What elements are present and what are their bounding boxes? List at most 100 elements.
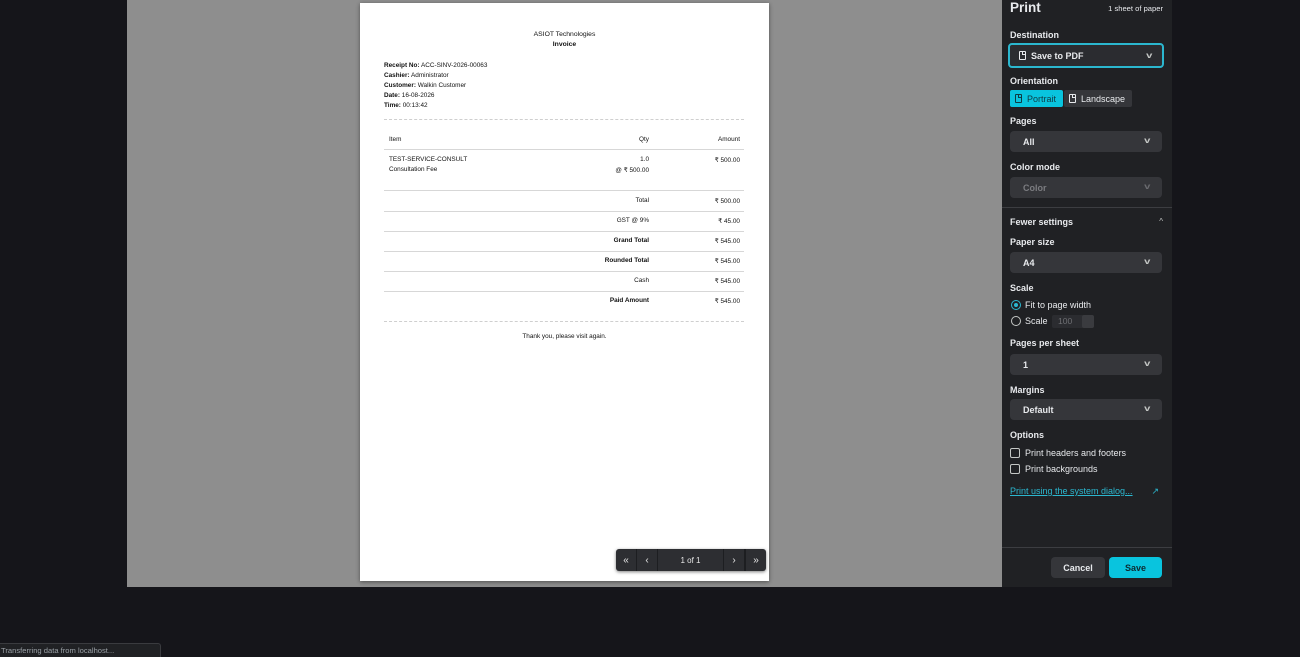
- divider: [384, 271, 744, 272]
- cash-label: Cash: [634, 277, 649, 284]
- last-page-button[interactable]: »: [745, 549, 766, 571]
- date-value: 16-08-2026: [401, 92, 435, 99]
- system-dialog-link[interactable]: Print using the system dialog...: [1010, 486, 1133, 496]
- chevron-right-icon: ›: [732, 554, 736, 566]
- time-row: Time: 00:13:42: [384, 102, 428, 109]
- pages-per-sheet-select[interactable]: 1 v: [1010, 354, 1162, 375]
- divider: [384, 119, 744, 120]
- divider: [384, 211, 744, 212]
- item-qty: 1.0: [640, 156, 649, 163]
- destination-select[interactable]: Save to PDF v: [1008, 43, 1164, 68]
- status-bar: Transferring data from localhost...: [0, 643, 161, 657]
- customer-value: Walkin Customer: [417, 82, 467, 89]
- next-page-button[interactable]: ›: [724, 549, 745, 571]
- backgrounds-checkbox[interactable]: [1010, 464, 1020, 474]
- total-label: Total: [635, 197, 650, 204]
- save-button[interactable]: Save: [1109, 557, 1162, 578]
- pages-select[interactable]: All v: [1010, 131, 1162, 152]
- divider: [384, 321, 744, 322]
- destination-value: Save to PDF: [1031, 50, 1084, 61]
- headers-footers-label: Print headers and footers: [1025, 448, 1127, 458]
- paid-amount-label: Paid Amount: [609, 297, 649, 304]
- first-page-button[interactable]: «: [616, 549, 637, 571]
- orientation-landscape-button[interactable]: Landscape: [1064, 90, 1132, 107]
- fewer-settings-toggle[interactable]: Fewer settings: [1010, 217, 1073, 227]
- chevron-up-icon[interactable]: ^: [1159, 217, 1163, 226]
- date-label: Date:: [384, 92, 400, 99]
- headers-footers-checkbox[interactable]: [1010, 448, 1020, 458]
- prev-page-button[interactable]: ‹: [637, 549, 658, 571]
- scale-spinner[interactable]: [1082, 315, 1094, 328]
- item-code: TEST-SERVICE-CONSULT: [389, 156, 468, 163]
- rounded-total-value: ₹ 545.00: [714, 258, 740, 265]
- pages-per-sheet-label: Pages per sheet: [1010, 338, 1080, 348]
- scale-input[interactable]: 100: [1052, 315, 1084, 328]
- divider: [1002, 207, 1172, 208]
- fit-to-page-label: Fit to page width: [1025, 300, 1092, 310]
- item-amount: ₹ 500.00: [714, 157, 740, 164]
- chevron-left-icon: ‹: [645, 554, 649, 566]
- color-mode-select[interactable]: Color v: [1010, 177, 1162, 198]
- paper-size-select[interactable]: A4 v: [1010, 252, 1162, 273]
- receipt-no-value: ACC-SINV-2026-00063: [420, 62, 488, 69]
- margins-value: Default: [1023, 404, 1054, 415]
- fit-to-page-radio[interactable]: [1011, 300, 1021, 310]
- receipt-footer: Thank you, please visit again.: [522, 333, 607, 340]
- options-label: Options: [1010, 430, 1044, 440]
- grand-total-label: Grand Total: [613, 237, 649, 244]
- customer-row: Customer: Walkin Customer: [384, 82, 466, 89]
- panel-title: Print: [1010, 0, 1041, 15]
- company-name: ASIOT Technologies: [533, 31, 596, 38]
- cashier-row: Cashier: Administrator: [384, 72, 449, 79]
- double-chevron-left-icon: «: [623, 554, 629, 566]
- document-title: Invoice: [552, 41, 577, 48]
- divider: [384, 190, 744, 191]
- total-value: ₹ 500.00: [714, 198, 740, 205]
- divider: [384, 251, 744, 252]
- gst-label: GST @ 9%: [616, 217, 649, 224]
- custom-scale-radio[interactable]: [1011, 316, 1021, 326]
- print-preview-area: ASIOT Technologies Invoice Receipt No: A…: [127, 0, 1002, 587]
- page-navigator: « ‹ 1 of 1 › »: [616, 549, 766, 571]
- backgrounds-label: Print backgrounds: [1025, 464, 1098, 474]
- custom-scale-label: Scale: [1025, 316, 1048, 326]
- pages-label: Pages: [1010, 116, 1037, 126]
- paper-size-label: Paper size: [1010, 237, 1055, 247]
- page-indicator: 1 of 1: [658, 549, 724, 571]
- scale-label: Scale: [1010, 283, 1034, 293]
- cashier-label: Cashier:: [384, 72, 410, 79]
- customer-label: Customer:: [384, 82, 416, 89]
- time-label: Time:: [384, 102, 401, 109]
- column-header-item: Item: [389, 136, 402, 143]
- portrait-page-icon: [1015, 94, 1022, 103]
- destination-label: Destination: [1010, 30, 1060, 40]
- receipt-page: ASIOT Technologies Invoice Receipt No: A…: [360, 3, 769, 581]
- portrait-label: Portrait: [1027, 93, 1057, 104]
- margins-select[interactable]: Default v: [1010, 399, 1162, 420]
- paid-amount-value: ₹ 545.00: [714, 298, 740, 305]
- receipt-no-row: Receipt No: ACC-SINV-2026-00063: [384, 62, 487, 69]
- item-rate: @ ₹ 500.00: [615, 167, 649, 174]
- date-row: Date: 16-08-2026: [384, 92, 434, 99]
- chevron-down-icon: v: [1143, 182, 1150, 191]
- column-header-qty: Qty: [639, 136, 649, 143]
- sheet-count: 1 sheet of paper: [1108, 4, 1163, 13]
- margins-label: Margins: [1010, 385, 1045, 395]
- cancel-button[interactable]: Cancel: [1051, 557, 1105, 578]
- item-name: Consultation Fee: [389, 166, 438, 173]
- landscape-label: Landscape: [1081, 93, 1126, 104]
- orientation-label: Orientation: [1010, 76, 1059, 86]
- divider: [1002, 547, 1172, 548]
- receipt-no-label: Receipt No:: [384, 62, 420, 69]
- gst-value: ₹ 45.00: [718, 218, 740, 225]
- orientation-portrait-button[interactable]: Portrait: [1010, 90, 1063, 107]
- open-external-icon[interactable]: ↗: [1151, 486, 1159, 497]
- print-settings-panel: Print 1 sheet of paper Destination Save …: [1002, 0, 1172, 587]
- rounded-total-label: Rounded Total: [604, 257, 649, 264]
- chevron-down-icon: v: [1143, 136, 1150, 145]
- pages-value: All: [1023, 136, 1035, 147]
- column-header-amount: Amount: [717, 136, 740, 143]
- cash-value: ₹ 545.00: [714, 278, 740, 285]
- divider: [384, 231, 744, 232]
- color-mode-label: Color mode: [1010, 162, 1061, 172]
